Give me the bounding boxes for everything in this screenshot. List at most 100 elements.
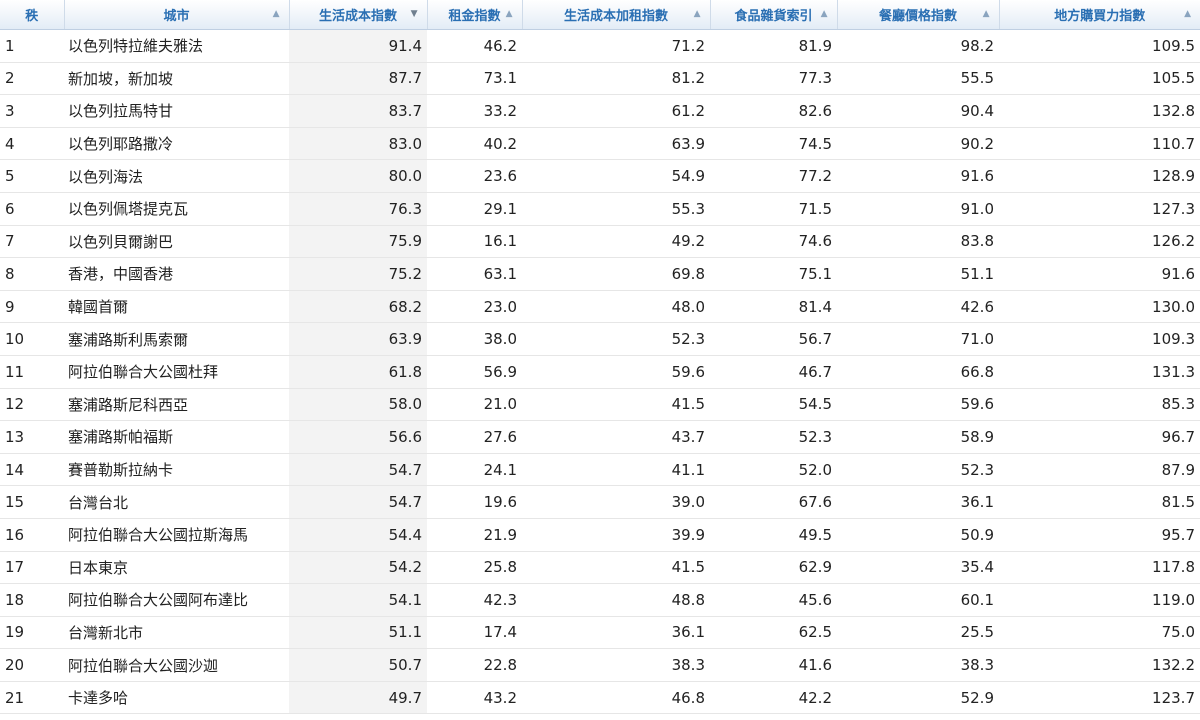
city-cell[interactable]: 賽普勒斯拉納卡: [64, 453, 289, 487]
rent-cell: 40.2: [427, 127, 522, 161]
col-plus-rent-cell: 59.6: [522, 355, 710, 389]
restaurant-cell: 90.2: [837, 127, 999, 161]
city-cell[interactable]: 塞浦路斯利馬索爾: [64, 322, 289, 356]
city-cell[interactable]: 香港，中國香港: [64, 257, 289, 291]
sort-asc-icon: ▲: [1184, 9, 1191, 19]
cost-of-living-cell: 54.7: [289, 453, 427, 487]
cost-of-living-cell: 54.1: [289, 583, 427, 617]
restaurant-cell: 25.5: [837, 616, 999, 650]
city-cell[interactable]: 日本東京: [64, 551, 289, 585]
cost-of-living-cell: 87.7: [289, 62, 427, 96]
restaurant-cell: 58.9: [837, 420, 999, 454]
col-plus-rent-cell: 39.0: [522, 485, 710, 519]
header-col-plus-rent-label: 生活成本加租指數: [563, 9, 668, 24]
rank-cell: 15: [0, 485, 64, 519]
rent-cell: 29.1: [427, 192, 522, 226]
restaurant-cell: 59.6: [837, 388, 999, 422]
rank-cell: 1: [0, 29, 64, 63]
table-row: 13 塞浦路斯帕福斯 56.6 27.6 43.7 52.3 58.9 96.7: [0, 420, 1200, 454]
cost-of-living-cell: 80.0: [289, 159, 427, 193]
rank-cell: 21: [0, 681, 64, 715]
cost-of-living-cell: 75.9: [289, 225, 427, 259]
cost-of-living-cell: 76.3: [289, 192, 427, 226]
restaurant-cell: 52.9: [837, 681, 999, 715]
restaurant-cell: 52.3: [837, 453, 999, 487]
header-rank-label: 秩: [25, 9, 39, 24]
purchasing-power-cell: 126.2: [999, 225, 1200, 259]
city-cell[interactable]: 台灣台北: [64, 485, 289, 519]
restaurant-cell: 50.9: [837, 518, 999, 552]
rent-cell: 16.1: [427, 225, 522, 259]
table-row: 15 台灣台北 54.7 19.6 39.0 67.6 36.1 81.5: [0, 485, 1200, 519]
sort-asc-icon: ▲: [982, 9, 990, 19]
table-row: 16 阿拉伯聯合大公國拉斯海馬 54.4 21.9 39.9 49.5 50.9 95.7: [0, 518, 1200, 552]
table-row: 19 台灣新北市 51.1 17.4 36.1 62.5 25.5 75.0: [0, 616, 1200, 650]
city-cell[interactable]: 阿拉伯聯合大公國阿布達比: [64, 583, 289, 617]
city-cell[interactable]: 阿拉伯聯合大公國拉斯海馬: [64, 518, 289, 552]
groceries-cell: 67.6: [710, 485, 837, 519]
header-city[interactable]: 城市 ▲: [64, 0, 290, 30]
groceries-cell: 62.9: [710, 551, 837, 585]
cost-of-living-cell: 75.2: [289, 257, 427, 291]
rank-cell: 3: [0, 94, 64, 128]
cost-of-living-cell: 51.1: [289, 616, 427, 650]
table-body: 1 以色列特拉維夫雅法 91.4 46.2 71.2 81.9 98.2 109.5 2 新加坡，…: [0, 29, 1200, 715]
cost-of-living-cell: 63.9: [289, 322, 427, 356]
city-cell[interactable]: 新加坡，新加坡: [64, 62, 289, 96]
purchasing-power-cell: 123.7: [999, 681, 1200, 715]
col-plus-rent-cell: 39.9: [522, 518, 710, 552]
header-cost-of-living[interactable]: 生活成本指數 ▼: [289, 0, 428, 30]
restaurant-cell: 91.6: [837, 159, 999, 193]
rank-cell: 9: [0, 290, 64, 324]
restaurant-cell: 55.5: [837, 62, 999, 96]
rank-cell: 7: [0, 225, 64, 259]
rent-cell: 23.0: [427, 290, 522, 324]
city-cell[interactable]: 以色列貝爾謝巴: [64, 225, 289, 259]
header-col-plus-rent[interactable]: 生活成本加租指數 ▲: [522, 0, 711, 30]
cost-of-living-cell: 68.2: [289, 290, 427, 324]
city-cell[interactable]: 韓國首爾: [64, 290, 289, 324]
purchasing-power-cell: 119.0: [999, 583, 1200, 617]
rank-cell: 2: [0, 62, 64, 96]
city-cell[interactable]: 卡達多哈: [64, 681, 289, 715]
rent-cell: 24.1: [427, 453, 522, 487]
header-restaurant[interactable]: 餐廳價格指數 ▲: [837, 0, 1000, 30]
groceries-cell: 77.2: [710, 159, 837, 193]
cost-of-living-cell: 91.4: [289, 29, 427, 63]
rent-cell: 56.9: [427, 355, 522, 389]
city-cell[interactable]: 阿拉伯聯合大公國沙迦: [64, 648, 289, 682]
purchasing-power-cell: 128.9: [999, 159, 1200, 193]
col-plus-rent-cell: 43.7: [522, 420, 710, 454]
table-row: 4 以色列耶路撒冷 83.0 40.2 63.9 74.5 90.2 110.7: [0, 127, 1200, 161]
restaurant-cell: 90.4: [837, 94, 999, 128]
col-plus-rent-cell: 55.3: [522, 192, 710, 226]
rent-cell: 21.0: [427, 388, 522, 422]
col-plus-rent-cell: 52.3: [522, 322, 710, 356]
city-cell[interactable]: 以色列海法: [64, 159, 289, 193]
city-cell[interactable]: 以色列耶路撒冷: [64, 127, 289, 161]
table-row: 21 卡達多哈 49.7 43.2 46.8 42.2 52.9 123.7: [0, 681, 1200, 715]
col-plus-rent-cell: 81.2: [522, 62, 710, 96]
header-rent[interactable]: 租金指數 ▲: [427, 0, 523, 30]
header-groceries[interactable]: 食品雜貨索引 ▲: [710, 0, 838, 30]
city-cell[interactable]: 以色列拉馬特甘: [64, 94, 289, 128]
city-cell[interactable]: 以色列佩塔提克瓦: [64, 192, 289, 226]
groceries-cell: 45.6: [710, 583, 837, 617]
header-rank[interactable]: 秩: [0, 0, 65, 30]
city-cell[interactable]: 台灣新北市: [64, 616, 289, 650]
header-purchasing-power[interactable]: 地方購買力指數 ▲: [999, 0, 1200, 30]
groceries-cell: 52.3: [710, 420, 837, 454]
rent-cell: 46.2: [427, 29, 522, 63]
city-cell[interactable]: 塞浦路斯尼科西亞: [64, 388, 289, 422]
groceries-cell: 62.5: [710, 616, 837, 650]
city-cell[interactable]: 阿拉伯聯合大公國杜拜: [64, 355, 289, 389]
city-cell[interactable]: 塞浦路斯帕福斯: [64, 420, 289, 454]
rent-cell: 42.3: [427, 583, 522, 617]
cost-of-living-cell: 61.8: [289, 355, 427, 389]
groceries-cell: 81.4: [710, 290, 837, 324]
purchasing-power-cell: 132.8: [999, 94, 1200, 128]
city-cell[interactable]: 以色列特拉維夫雅法: [64, 29, 289, 63]
rank-cell: 18: [0, 583, 64, 617]
groceries-cell: 75.1: [710, 257, 837, 291]
header-rent-label: 租金指數: [448, 9, 501, 24]
